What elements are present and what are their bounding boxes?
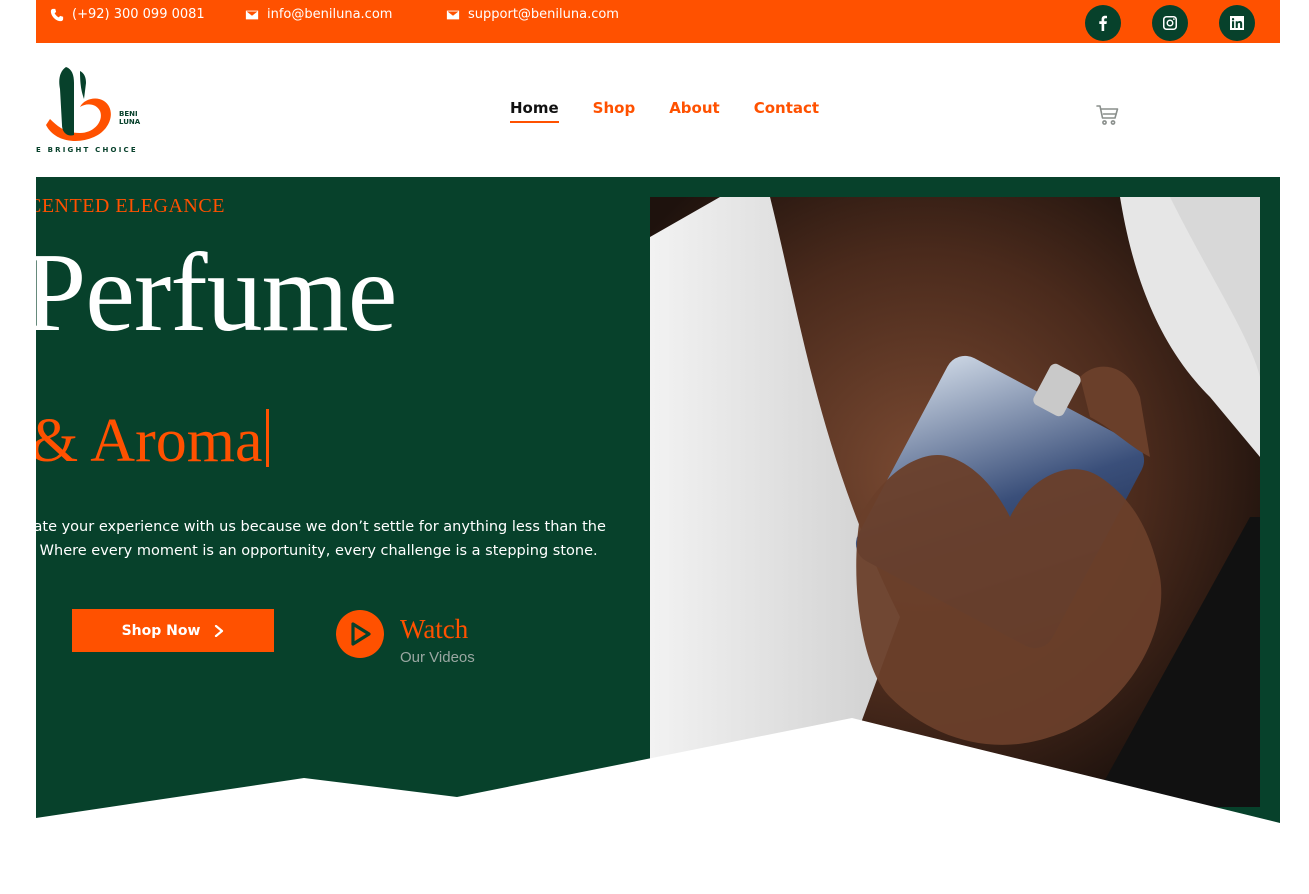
instagram-link[interactable] xyxy=(1152,5,1188,41)
beniluna-logo-icon: BENI LUNA xyxy=(46,67,141,141)
hero-title: Perfume xyxy=(36,231,397,355)
top-bar: (+92) 300 099 0081 info@beniluna.com sup… xyxy=(36,0,1280,43)
phone-number: (+92) 300 099 0081 xyxy=(72,7,205,22)
instagram-icon xyxy=(1163,16,1177,30)
watch-subtitle: Our Videos xyxy=(400,649,475,666)
info-email-contact[interactable]: info@beniluna.com xyxy=(245,7,392,22)
support-email-contact[interactable]: support@beniluna.com xyxy=(446,7,619,22)
nav-home[interactable]: Home xyxy=(510,99,559,123)
hero-perfume-image xyxy=(650,197,1260,807)
perfume-photo-illustration xyxy=(650,197,1260,807)
facebook-link[interactable] xyxy=(1085,5,1121,41)
shop-now-label: Shop Now xyxy=(121,622,201,639)
chevron-right-icon xyxy=(215,624,224,637)
envelope-icon xyxy=(245,10,259,19)
shop-now-button[interactable]: Shop Now xyxy=(72,609,274,652)
info-email: info@beniluna.com xyxy=(267,7,393,22)
hero-subtitle: & Aroma xyxy=(36,407,263,475)
nav-contact[interactable]: Contact xyxy=(754,99,819,121)
hero-description: evate your experience with us because we… xyxy=(36,515,616,563)
linkedin-link[interactable] xyxy=(1219,5,1255,41)
brand-logo[interactable]: BENI LUNA xyxy=(36,63,148,158)
facebook-icon xyxy=(1099,15,1107,31)
phone-icon xyxy=(50,8,64,21)
logo-text-top: BENI xyxy=(119,110,138,118)
nav-shop[interactable]: Shop xyxy=(593,99,636,121)
linkedin-icon xyxy=(1230,16,1244,30)
watch-title: Watch xyxy=(400,614,469,644)
cart-button[interactable] xyxy=(1096,103,1120,127)
play-button[interactable] xyxy=(336,610,384,658)
nav-about[interactable]: About xyxy=(669,99,720,121)
hero-subtitle-wrap: & Aroma xyxy=(36,407,270,475)
phone-contact[interactable]: (+92) 300 099 0081 xyxy=(50,7,205,22)
typing-caret xyxy=(266,409,270,467)
logo-text-bottom: LUNA xyxy=(119,118,141,126)
logo-tagline: E BRIGHT CHOICE xyxy=(36,146,138,154)
cart-icon xyxy=(1096,105,1119,125)
hero-desc-line-1: evate your experience with us because we… xyxy=(36,519,606,535)
hero-desc-line-2: st! Where every moment is an opportunity… xyxy=(36,543,598,559)
play-icon xyxy=(351,622,371,646)
watch-videos-link[interactable]: Watch Our Videos xyxy=(336,610,475,666)
envelope-icon xyxy=(446,10,460,19)
site-header: BENI LUNA E BRIGHT CHOICE Home Shop Abou… xyxy=(0,43,1309,177)
main-nav: Home Shop About Contact xyxy=(510,99,819,123)
hero-section: CENTED ELEGANCE Perfume & Aroma evate yo… xyxy=(36,177,1280,827)
support-email: support@beniluna.com xyxy=(468,7,619,22)
hero-eyebrow: CENTED ELEGANCE xyxy=(36,195,225,217)
